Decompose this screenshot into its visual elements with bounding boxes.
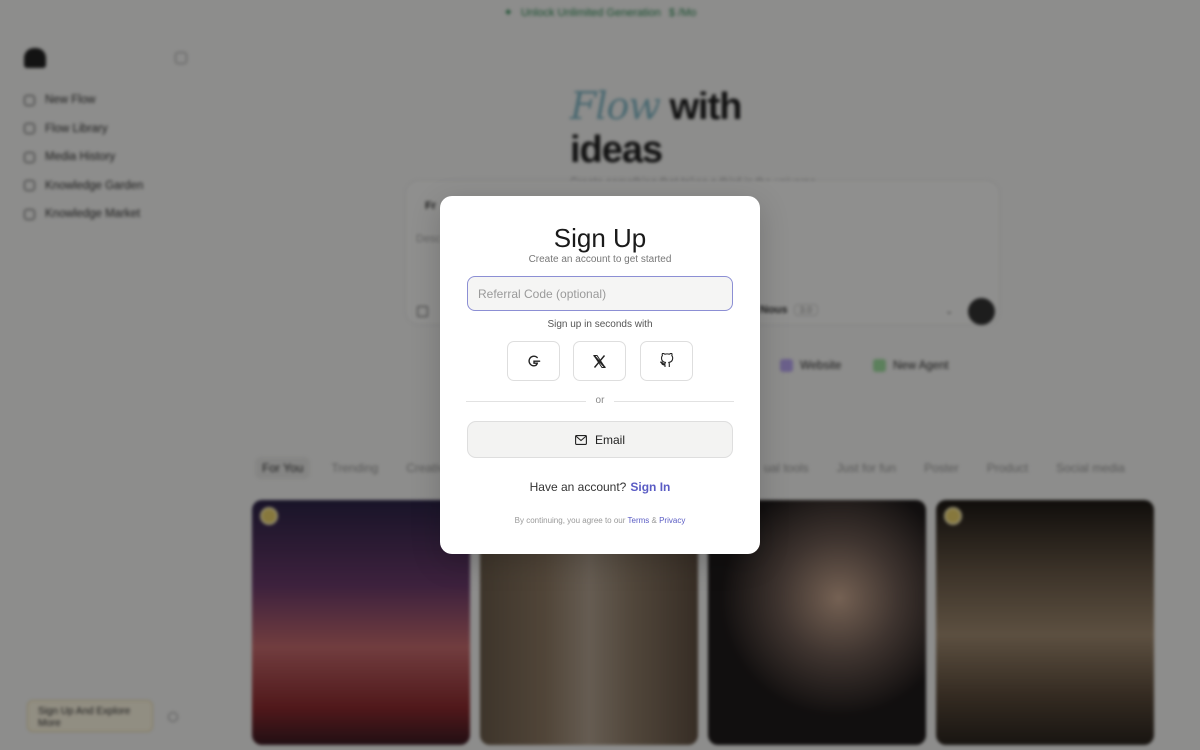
github-icon	[659, 353, 673, 367]
sso-label: Sign up in seconds with	[547, 319, 653, 330]
email-button-label: Email	[594, 432, 625, 447]
modal-subtitle: Create an account to get started	[528, 254, 672, 265]
terms-amp: &	[651, 516, 657, 525]
x-signup-button[interactable]	[573, 341, 626, 381]
terms-prefix: By continuing, you agree to our	[514, 516, 626, 525]
mail-icon	[575, 434, 587, 445]
terms-notice: By continuing, you agree to our Terms & …	[0, 516, 1200, 525]
divider-line	[614, 401, 734, 402]
terms-link[interactable]: Terms	[628, 516, 650, 525]
sign-in-link[interactable]: Sign In	[630, 480, 670, 494]
x-logo-icon	[593, 354, 606, 368]
divider-line	[466, 401, 586, 402]
referral-code-input[interactable]	[467, 276, 733, 311]
have-account-text: Have an account?	[529, 480, 627, 494]
google-signup-button[interactable]	[507, 341, 560, 381]
divider-or: or	[595, 395, 605, 406]
have-account-row: Have an account? Sign In	[0, 480, 1200, 494]
modal-title: Sign Up	[553, 223, 647, 253]
email-signup-button[interactable]: Email	[467, 421, 733, 458]
privacy-link[interactable]: Privacy	[659, 516, 685, 525]
google-icon	[527, 355, 540, 367]
github-signup-button[interactable]	[640, 341, 693, 381]
